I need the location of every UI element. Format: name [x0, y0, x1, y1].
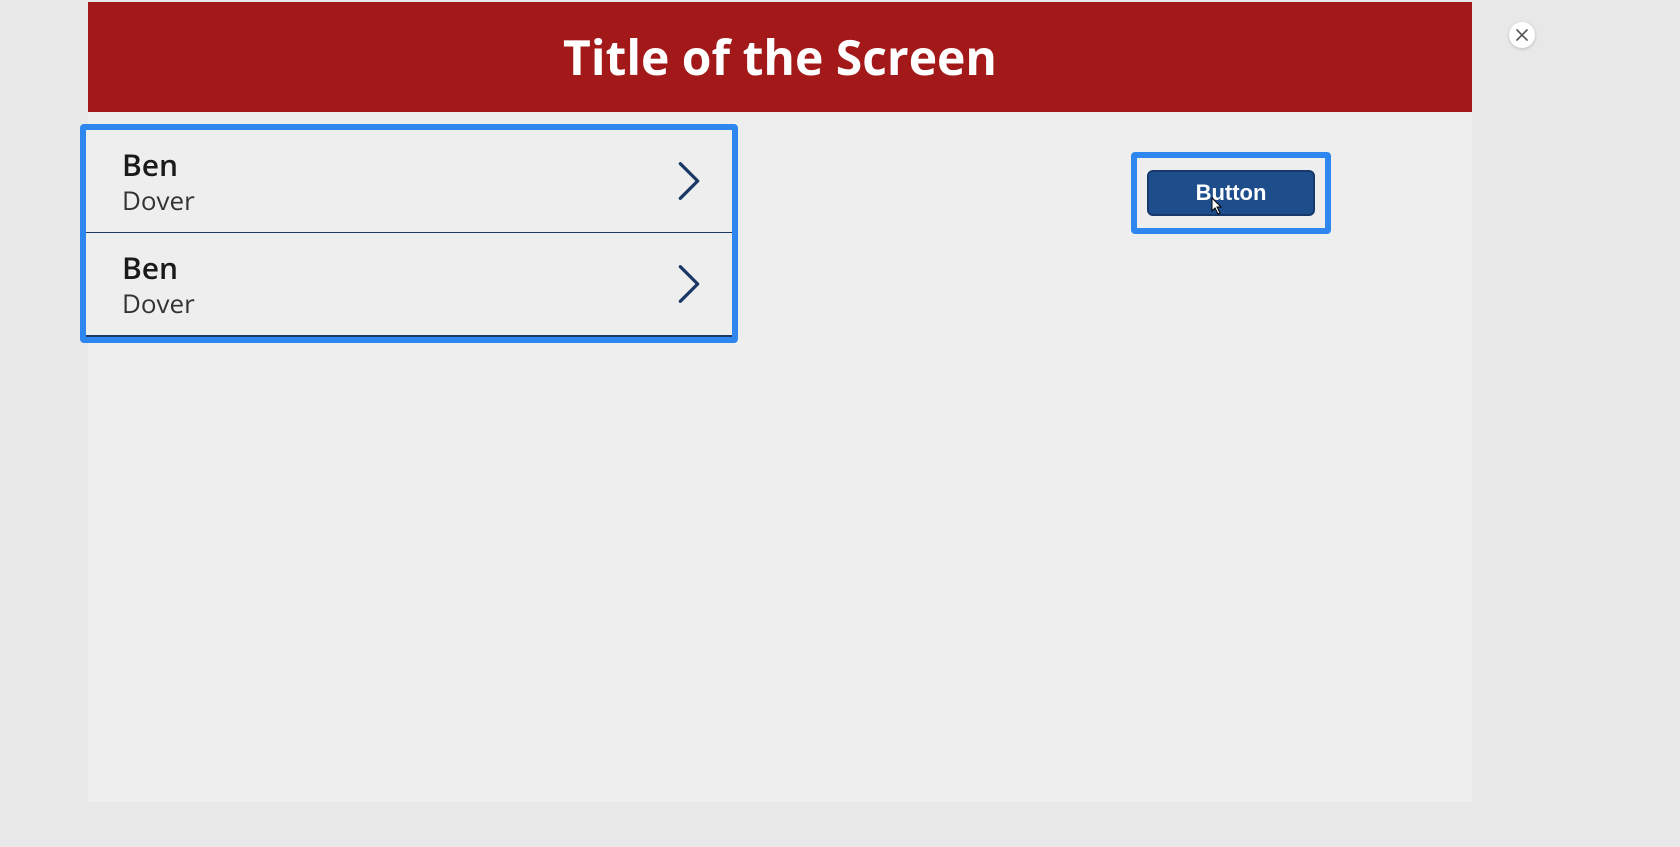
- list-item-secondary: Dover: [122, 287, 195, 320]
- header-bar: Title of the Screen: [88, 2, 1472, 112]
- list-item[interactable]: Ben Dover: [86, 233, 732, 337]
- close-button[interactable]: [1509, 22, 1535, 48]
- primary-button[interactable]: Button: [1147, 170, 1315, 216]
- page-title: Title of the Screen: [563, 25, 997, 90]
- list-item-text: Ben Dover: [122, 146, 195, 216]
- list-item[interactable]: Ben Dover: [86, 130, 732, 233]
- list-item-primary: Ben: [122, 249, 195, 287]
- list-item-primary: Ben: [122, 146, 195, 184]
- chevron-right-icon: [676, 159, 702, 203]
- screen: Title of the Screen Ben Dover Ben Dover: [88, 2, 1472, 802]
- list-item-secondary: Dover: [122, 184, 195, 217]
- close-icon: [1516, 29, 1528, 41]
- list-highlight-box: Ben Dover Ben Dover: [80, 124, 738, 343]
- list-item-text: Ben Dover: [122, 249, 195, 319]
- button-highlight-box: Button: [1131, 152, 1331, 234]
- chevron-right-icon: [676, 262, 702, 306]
- content-area: Ben Dover Ben Dover Button: [88, 112, 1472, 802]
- button-label: Button: [1196, 180, 1267, 206]
